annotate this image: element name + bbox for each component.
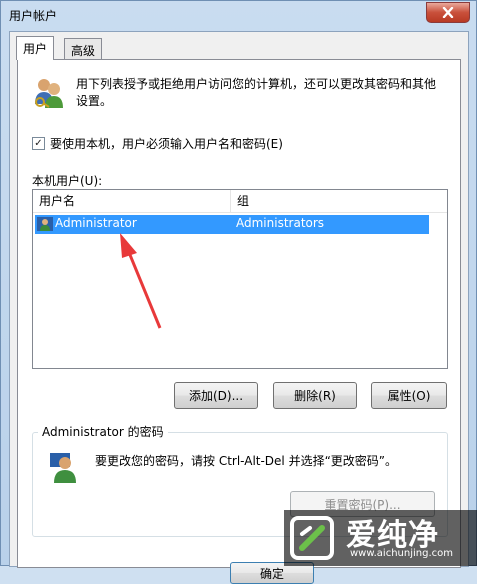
row-username: Administrator — [55, 216, 137, 230]
watermark-url: www.aichunjing.com — [350, 548, 453, 559]
users-tab-panel: 用下列表授予或拒绝用户访问您的计算机，还可以更改其密码和其他设置。 ✓ 要使用本… — [17, 59, 461, 584]
tab-advanced[interactable]: 高级 — [64, 38, 103, 60]
users-icon — [35, 79, 63, 108]
user-icon — [37, 217, 53, 231]
window-title: 用户帐户 — [9, 9, 58, 23]
password-group-title: Administrator 的密码 — [38, 423, 168, 440]
description-text: 用下列表授予或拒绝用户访问您的计算机，还可以更改其密码和其他设置。 — [76, 77, 437, 108]
listview-header: 用户名 组 — [33, 190, 447, 213]
password-instruction: 要更改您的密码，请按 Ctrl-Alt-Del 并选择“更改密码”。 — [95, 454, 398, 468]
dialog-client-area: 用户 高级 用下列表授予或拒绝用户访问您的计算机，还可以更改其密码和其他设置。 … — [9, 31, 469, 584]
close-button[interactable] — [426, 2, 470, 23]
properties-button[interactable]: 属性(O) — [371, 382, 447, 409]
user-password-icon — [50, 453, 76, 483]
title-bar[interactable]: 用户帐户 — [1, 1, 476, 31]
tab-users[interactable]: 用户 — [16, 36, 55, 60]
user-accounts-window: 用户帐户 用户 高级 用下列表授予或拒绝用户访问您的计算机，还可以更改其密码和其… — [0, 0, 477, 584]
watermark-logo-icon — [290, 516, 334, 560]
require-login-label: 要使用本机，用户必须输入用户名和密码(E) — [50, 137, 283, 151]
add-user-button[interactable]: 添加(D)... — [174, 382, 258, 409]
column-header-group[interactable]: 组 — [231, 190, 447, 212]
watermark: 爱纯净 www.aichunjing.com — [284, 510, 477, 566]
local-users-label: 本机用户(U): — [32, 174, 103, 188]
close-icon — [442, 7, 454, 18]
require-login-checkbox[interactable]: ✓ — [32, 137, 45, 150]
tab-advanced-label: 高级 — [71, 44, 96, 58]
require-login-row[interactable]: ✓ 要使用本机，用户必须输入用户名和密码(E) — [32, 135, 283, 152]
users-listview[interactable]: 用户名 组 Administrator Administrators — [32, 189, 448, 369]
remove-user-button[interactable]: 删除(R) — [273, 382, 357, 409]
table-row[interactable]: Administrator Administrators — [35, 215, 429, 234]
tab-users-label: 用户 — [23, 42, 48, 56]
row-group: Administrators — [236, 216, 325, 230]
check-icon: ✓ — [34, 137, 43, 149]
column-header-username[interactable]: 用户名 — [33, 190, 231, 212]
